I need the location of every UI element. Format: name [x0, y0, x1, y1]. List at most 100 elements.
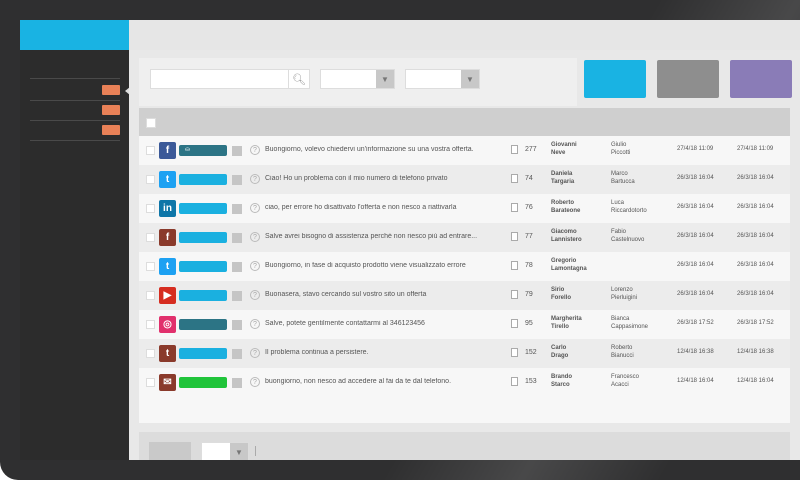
help-icon[interactable]: ? [250, 290, 260, 300]
channel-tag: ⛀ [179, 145, 227, 156]
contact-first: Sirio [551, 287, 565, 293]
channel-tag [179, 232, 227, 243]
search-input[interactable]: 🔍︎ [150, 69, 310, 89]
sidebar-divider [30, 100, 120, 101]
document-icon[interactable] [511, 145, 518, 154]
message-preview[interactable]: Buongiorno, in fase di acquisto prodotto… [265, 262, 505, 269]
status-square[interactable] [232, 204, 242, 214]
chevron-down-icon: ▼ [376, 70, 394, 88]
filter-select-2[interactable]: ▼ [405, 69, 480, 89]
sidebar-item-badge[interactable] [102, 125, 120, 135]
primary-action-button[interactable] [584, 60, 646, 98]
status-square[interactable] [232, 378, 242, 388]
channel-tag [179, 348, 227, 359]
message-preview[interactable]: Il problema continua a persistere. [265, 349, 505, 356]
agent-name: Francesco Acacci [611, 373, 671, 389]
document-icon[interactable] [511, 290, 518, 299]
help-icon[interactable]: ? [250, 261, 260, 271]
document-icon[interactable] [511, 319, 518, 328]
contact-name: Brando Starco [551, 373, 606, 389]
message-preview[interactable]: buongiorno, non riesco ad accedere al fa… [265, 378, 505, 385]
top-bar [129, 20, 800, 50]
secondary-action-button[interactable] [657, 60, 719, 98]
status-square[interactable] [232, 175, 242, 185]
help-icon[interactable]: ? [250, 348, 260, 358]
agent-first: Lorenzo [611, 287, 633, 293]
agent-first: Francesco [611, 374, 640, 380]
ticket-number: 78 [525, 262, 533, 269]
contact-first: Carlo [551, 345, 567, 351]
contact-last: Drago [551, 353, 569, 359]
sidebar-item-badge[interactable] [102, 105, 120, 115]
sidebar-item-badge[interactable] [102, 85, 120, 95]
status-square[interactable] [232, 320, 242, 330]
document-icon[interactable] [511, 261, 518, 270]
document-icon[interactable] [511, 377, 518, 386]
contact-last: Lamontagna [551, 266, 587, 272]
contact-last: Starco [551, 382, 570, 388]
message-preview[interactable]: Ciao! Ho un problema con il mio numero d… [265, 175, 505, 182]
row-checkbox[interactable] [146, 378, 155, 387]
message-preview[interactable]: Salve, potete gentilmente contattarmi al… [265, 320, 505, 327]
created-date: 26/3/18 16:04 [677, 175, 714, 181]
agent-first: Bianca [611, 316, 630, 322]
document-icon[interactable] [511, 203, 518, 212]
chevron-down-icon: ▼ [461, 70, 479, 88]
help-icon[interactable]: ? [250, 232, 260, 242]
mail-icon: ✉ [159, 374, 176, 391]
status-square[interactable] [232, 349, 242, 359]
status-square[interactable] [232, 291, 242, 301]
help-icon[interactable]: ? [250, 145, 260, 155]
table-row[interactable]: in ? ciao, per errore ho disattivato l'o… [139, 194, 790, 223]
table-row[interactable]: t ? Il problema continua a persistere. 1… [139, 339, 790, 368]
table-row[interactable]: t ? Ciao! Ho un problema con il mio nume… [139, 165, 790, 194]
help-icon[interactable]: ? [250, 319, 260, 329]
row-checkbox[interactable] [146, 262, 155, 271]
message-preview[interactable]: Salve avrei bisogno di assistenza perché… [265, 233, 505, 240]
document-icon[interactable] [511, 232, 518, 241]
twitter-icon: t [159, 345, 176, 362]
page-button[interactable] [149, 442, 191, 460]
table-row[interactable]: ▶ ? Buonasera, stavo cercando sul vostro… [139, 281, 790, 310]
table-row[interactable]: f ⛀ ? Buongiorno, volevo chiedervi un'in… [139, 136, 790, 165]
message-preview[interactable]: ciao, per errore ho disattivato l'offert… [265, 204, 505, 211]
search-icon[interactable]: 🔍︎ [288, 70, 309, 88]
tertiary-action-button[interactable] [730, 60, 792, 98]
sidebar-divider [30, 78, 120, 79]
filter-select-1[interactable]: ▼ [320, 69, 395, 89]
table-row[interactable]: t ? Buongiorno, in fase di acquisto prod… [139, 252, 790, 281]
row-checkbox[interactable] [146, 175, 155, 184]
contact-first: Giacomo [551, 229, 577, 235]
table-row[interactable]: ✉ ? buongiorno, non riesco ad accedere a… [139, 368, 790, 397]
created-date: 12/4/18 16:38 [677, 349, 714, 355]
document-icon[interactable] [511, 348, 518, 357]
row-checkbox[interactable] [146, 146, 155, 155]
status-square[interactable] [232, 146, 242, 156]
agent-name: Bianca Cappasimone [611, 315, 671, 331]
row-checkbox[interactable] [146, 291, 155, 300]
message-preview[interactable]: Buongiorno, volevo chiedervi un'informaz… [265, 146, 505, 153]
agent-last: Cappasimone [611, 324, 649, 330]
ticket-number: 153 [525, 378, 537, 385]
status-square[interactable] [232, 233, 242, 243]
row-checkbox[interactable] [146, 204, 155, 213]
table-row[interactable]: ◎ ? Salve, potete gentilmente contattarm… [139, 310, 790, 339]
contact-name: Carlo Drago [551, 344, 606, 360]
help-icon[interactable]: ? [250, 377, 260, 387]
page-size-select[interactable]: ▼ [201, 442, 249, 460]
agent-last: Castelnuovo [611, 237, 645, 243]
status-square[interactable] [232, 262, 242, 272]
row-checkbox[interactable] [146, 233, 155, 242]
select-all-checkbox[interactable] [146, 118, 156, 128]
document-icon[interactable] [511, 174, 518, 183]
help-icon[interactable]: ? [250, 203, 260, 213]
contact-name: Giovanni Neve [551, 141, 606, 157]
channel-tag [179, 261, 227, 272]
row-checkbox[interactable] [146, 320, 155, 329]
agent-last: Bartucca [611, 179, 635, 185]
help-icon[interactable]: ? [250, 174, 260, 184]
row-checkbox[interactable] [146, 349, 155, 358]
message-preview[interactable]: Buonasera, stavo cercando sul vostro sit… [265, 291, 505, 298]
contact-first: Roberto [551, 200, 574, 206]
table-row[interactable]: f ? Salve avrei bisogno di assistenza pe… [139, 223, 790, 252]
